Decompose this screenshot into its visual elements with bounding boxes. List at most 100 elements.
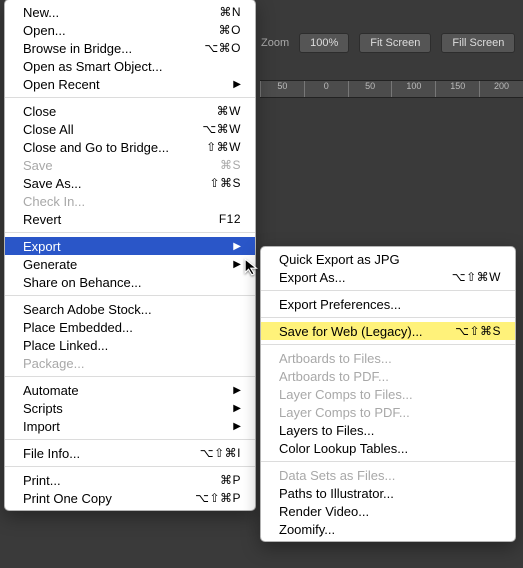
menu-item-shortcut: F12 [219, 212, 241, 226]
menu-item-shortcut: ⌥⇧⌘W [452, 270, 501, 284]
menu-item-package: Package... [5, 354, 255, 372]
menu-item-label: Save As... [23, 176, 209, 191]
menu-item-import[interactable]: Import▶ [5, 417, 255, 435]
export-submenu[interactable]: Quick Export as JPGExport As...⌥⇧⌘WExpor… [260, 246, 516, 542]
menu-item-save-for-web-legacy[interactable]: Save for Web (Legacy)...⌥⇧⌘S [261, 322, 515, 340]
menu-item-label: Package... [23, 356, 241, 371]
menu-item-open-recent[interactable]: Open Recent▶ [5, 75, 255, 93]
menu-item-quick-export-as-jpg[interactable]: Quick Export as JPG [261, 250, 515, 268]
menu-item-export[interactable]: Export▶ [5, 237, 255, 255]
menu-item-export-as[interactable]: Export As...⌥⇧⌘W [261, 268, 515, 286]
menu-item-shortcut: ⌘S [220, 158, 241, 172]
menu-item-shortcut: ⌘P [220, 473, 241, 487]
menu-item-label: Export Preferences... [279, 297, 501, 312]
submenu-arrow-icon: ▶ [233, 79, 241, 90]
ruler-tick: 50 [348, 81, 392, 97]
menu-item-data-sets-as-files: Data Sets as Files... [261, 466, 515, 484]
menu-item-color-lookup-tables[interactable]: Color Lookup Tables... [261, 439, 515, 457]
menu-item-revert[interactable]: RevertF12 [5, 210, 255, 228]
menu-item-export-preferences[interactable]: Export Preferences... [261, 295, 515, 313]
ruler-tick: 50 [260, 81, 304, 97]
menu-separator [5, 295, 255, 296]
menu-item-label: New... [23, 5, 219, 20]
menu-separator [261, 461, 515, 462]
menu-separator [5, 232, 255, 233]
menu-item-layers-to-files[interactable]: Layers to Files... [261, 421, 515, 439]
menu-item-share-on-behance[interactable]: Share on Behance... [5, 273, 255, 291]
menu-item-close-all[interactable]: Close All⌥⌘W [5, 120, 255, 138]
ruler-tick: 200 [479, 81, 523, 97]
file-menu[interactable]: New...⌘NOpen...⌘OBrowse in Bridge...⌥⌘OO… [4, 0, 256, 511]
menu-item-label: Print... [23, 473, 220, 488]
menu-item-search-adobe-stock[interactable]: Search Adobe Stock... [5, 300, 255, 318]
menu-item-file-info[interactable]: File Info...⌥⇧⌘I [5, 444, 255, 462]
menu-item-place-linked[interactable]: Place Linked... [5, 336, 255, 354]
menu-item-artboards-to-files: Artboards to Files... [261, 349, 515, 367]
menu-separator [261, 290, 515, 291]
menu-item-label: Close All [23, 122, 202, 137]
menu-item-label: Place Embedded... [23, 320, 241, 335]
fit-screen-button[interactable]: Fit Screen [359, 33, 431, 53]
submenu-arrow-icon: ▶ [233, 403, 241, 414]
menu-separator [5, 439, 255, 440]
menu-item-save-as[interactable]: Save As...⇧⌘S [5, 174, 255, 192]
submenu-arrow-icon: ▶ [233, 385, 241, 396]
menu-item-render-video[interactable]: Render Video... [261, 502, 515, 520]
menu-item-label: Revert [23, 212, 219, 227]
menu-item-shortcut: ⌘O [219, 23, 241, 37]
menu-item-shortcut: ⌥⌘O [204, 41, 241, 55]
menu-item-label: Save [23, 158, 220, 173]
menu-item-label: Artboards to PDF... [279, 369, 501, 384]
menu-separator [261, 317, 515, 318]
menu-item-shortcut: ⌥⇧⌘S [455, 324, 501, 338]
menu-separator [261, 344, 515, 345]
menu-separator [5, 97, 255, 98]
menu-separator [5, 466, 255, 467]
menu-item-label: Export As... [279, 270, 452, 285]
submenu-arrow-icon: ▶ [233, 421, 241, 432]
menu-item-generate[interactable]: Generate▶ [5, 255, 255, 273]
zoom-100-button[interactable]: 100% [299, 33, 349, 53]
ruler-tick: 0 [304, 81, 348, 97]
menu-item-label: Export [23, 239, 233, 254]
submenu-arrow-icon: ▶ [233, 259, 241, 270]
menu-item-shortcut: ⌥⇧⌘P [195, 491, 241, 505]
fill-screen-button[interactable]: Fill Screen [441, 33, 515, 53]
menu-item-shortcut: ⌘W [217, 104, 241, 118]
menu-item-label: Open Recent [23, 77, 233, 92]
menu-item-label: Artboards to Files... [279, 351, 501, 366]
menu-item-automate[interactable]: Automate▶ [5, 381, 255, 399]
menu-item-label: Save for Web (Legacy)... [279, 324, 455, 339]
menu-item-scripts[interactable]: Scripts▶ [5, 399, 255, 417]
menu-item-paths-to-illustrator[interactable]: Paths to Illustrator... [261, 484, 515, 502]
menu-item-label: Paths to Illustrator... [279, 486, 501, 501]
menu-item-label: Open as Smart Object... [23, 59, 241, 74]
menu-item-check-in: Check In... [5, 192, 255, 210]
menu-item-label: File Info... [23, 446, 200, 461]
zoom-label: Zoom [261, 37, 289, 49]
menu-item-place-embedded[interactable]: Place Embedded... [5, 318, 255, 336]
menu-item-print-one-copy[interactable]: Print One Copy⌥⇧⌘P [5, 489, 255, 507]
menu-item-new[interactable]: New...⌘N [5, 3, 255, 21]
menu-item-label: Quick Export as JPG [279, 252, 501, 267]
menu-item-close[interactable]: Close⌘W [5, 102, 255, 120]
menu-item-open-as-smart-object[interactable]: Open as Smart Object... [5, 57, 255, 75]
menu-item-layer-comps-to-files: Layer Comps to Files... [261, 385, 515, 403]
menu-item-zoomify[interactable]: Zoomify... [261, 520, 515, 538]
menu-item-label: Layer Comps to Files... [279, 387, 501, 402]
menu-item-browse-in-bridge[interactable]: Browse in Bridge...⌥⌘O [5, 39, 255, 57]
menu-item-save: Save⌘S [5, 156, 255, 174]
menu-item-label: Place Linked... [23, 338, 241, 353]
menu-item-shortcut: ⌥⇧⌘I [200, 446, 241, 460]
menu-separator [5, 376, 255, 377]
menu-item-label: Close and Go to Bridge... [23, 140, 206, 155]
menu-item-close-and-go-to-bridge[interactable]: Close and Go to Bridge...⇧⌘W [5, 138, 255, 156]
menu-item-label: Open... [23, 23, 219, 38]
ruler-tick: 100 [391, 81, 435, 97]
menu-item-label: Share on Behance... [23, 275, 241, 290]
menu-item-open[interactable]: Open...⌘O [5, 21, 255, 39]
menu-item-shortcut: ⇧⌘S [209, 176, 241, 190]
menu-item-print[interactable]: Print...⌘P [5, 471, 255, 489]
menu-item-label: Zoomify... [279, 522, 501, 537]
menu-item-artboards-to-pdf: Artboards to PDF... [261, 367, 515, 385]
